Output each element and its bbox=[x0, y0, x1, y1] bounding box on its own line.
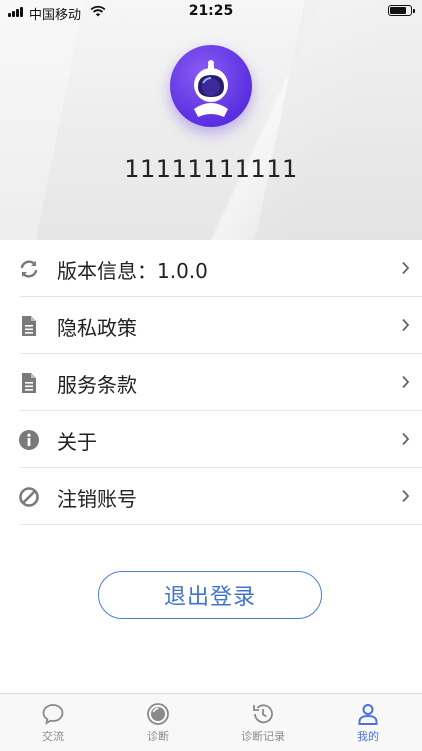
ban-icon bbox=[19, 487, 39, 507]
info-icon bbox=[19, 430, 39, 450]
chevron-right-icon bbox=[402, 318, 410, 332]
tab-profile[interactable]: 我的 bbox=[318, 694, 418, 751]
phone-number: 11111111111 bbox=[124, 155, 298, 183]
chevron-right-icon bbox=[402, 432, 410, 446]
diagnose-icon bbox=[147, 703, 169, 725]
menu-item-label: 注销账号 bbox=[57, 487, 137, 511]
document-icon bbox=[22, 373, 36, 393]
menu-item-version[interactable]: 版本信息：1.0.0 bbox=[0, 240, 422, 297]
tab-label: 诊断记录 bbox=[241, 730, 285, 743]
tab-label: 诊断 bbox=[147, 730, 169, 743]
status-bar: 中国移动 21:25 bbox=[0, 0, 422, 24]
menu-item-label: 隐私政策 bbox=[57, 316, 137, 340]
avatar[interactable] bbox=[170, 45, 252, 127]
menu-item-label: 服务条款 bbox=[57, 373, 137, 397]
tab-diagnose[interactable]: 诊断 bbox=[108, 694, 208, 751]
battery-icon bbox=[388, 5, 415, 16]
tab-label: 交流 bbox=[42, 730, 64, 743]
menu-item-delete-account[interactable]: 注销账号 bbox=[0, 468, 422, 525]
refresh-icon bbox=[20, 260, 38, 278]
history-icon bbox=[253, 704, 273, 724]
tab-history[interactable]: 诊断记录 bbox=[213, 694, 313, 751]
chevron-right-icon bbox=[402, 261, 410, 275]
status-time: 21:25 bbox=[188, 3, 234, 19]
logout-button[interactable]: 退出登录 bbox=[98, 571, 322, 619]
document-icon bbox=[22, 316, 36, 336]
chevron-right-icon bbox=[402, 489, 410, 503]
menu-item-privacy-policy[interactable]: 隐私政策 bbox=[0, 297, 422, 354]
menu-item-label: 关于 bbox=[57, 430, 97, 454]
menu-item-label: 版本信息：1.0.0 bbox=[57, 259, 208, 283]
tab-chat[interactable]: 交流 bbox=[3, 694, 103, 751]
user-icon bbox=[358, 704, 378, 725]
tab-bar: 交流 诊断 诊断记录 我的 bbox=[0, 693, 422, 751]
chat-icon bbox=[42, 704, 64, 725]
tab-label: 我的 bbox=[357, 730, 379, 743]
divider bbox=[20, 524, 422, 525]
astronaut-icon bbox=[194, 60, 228, 117]
chevron-right-icon bbox=[402, 375, 410, 389]
menu-item-terms-of-service[interactable]: 服务条款 bbox=[0, 354, 422, 411]
settings-menu: 版本信息：1.0.0 隐私政策 服务条款 关于 注销账号 bbox=[0, 240, 422, 525]
menu-item-about[interactable]: 关于 bbox=[0, 411, 422, 468]
